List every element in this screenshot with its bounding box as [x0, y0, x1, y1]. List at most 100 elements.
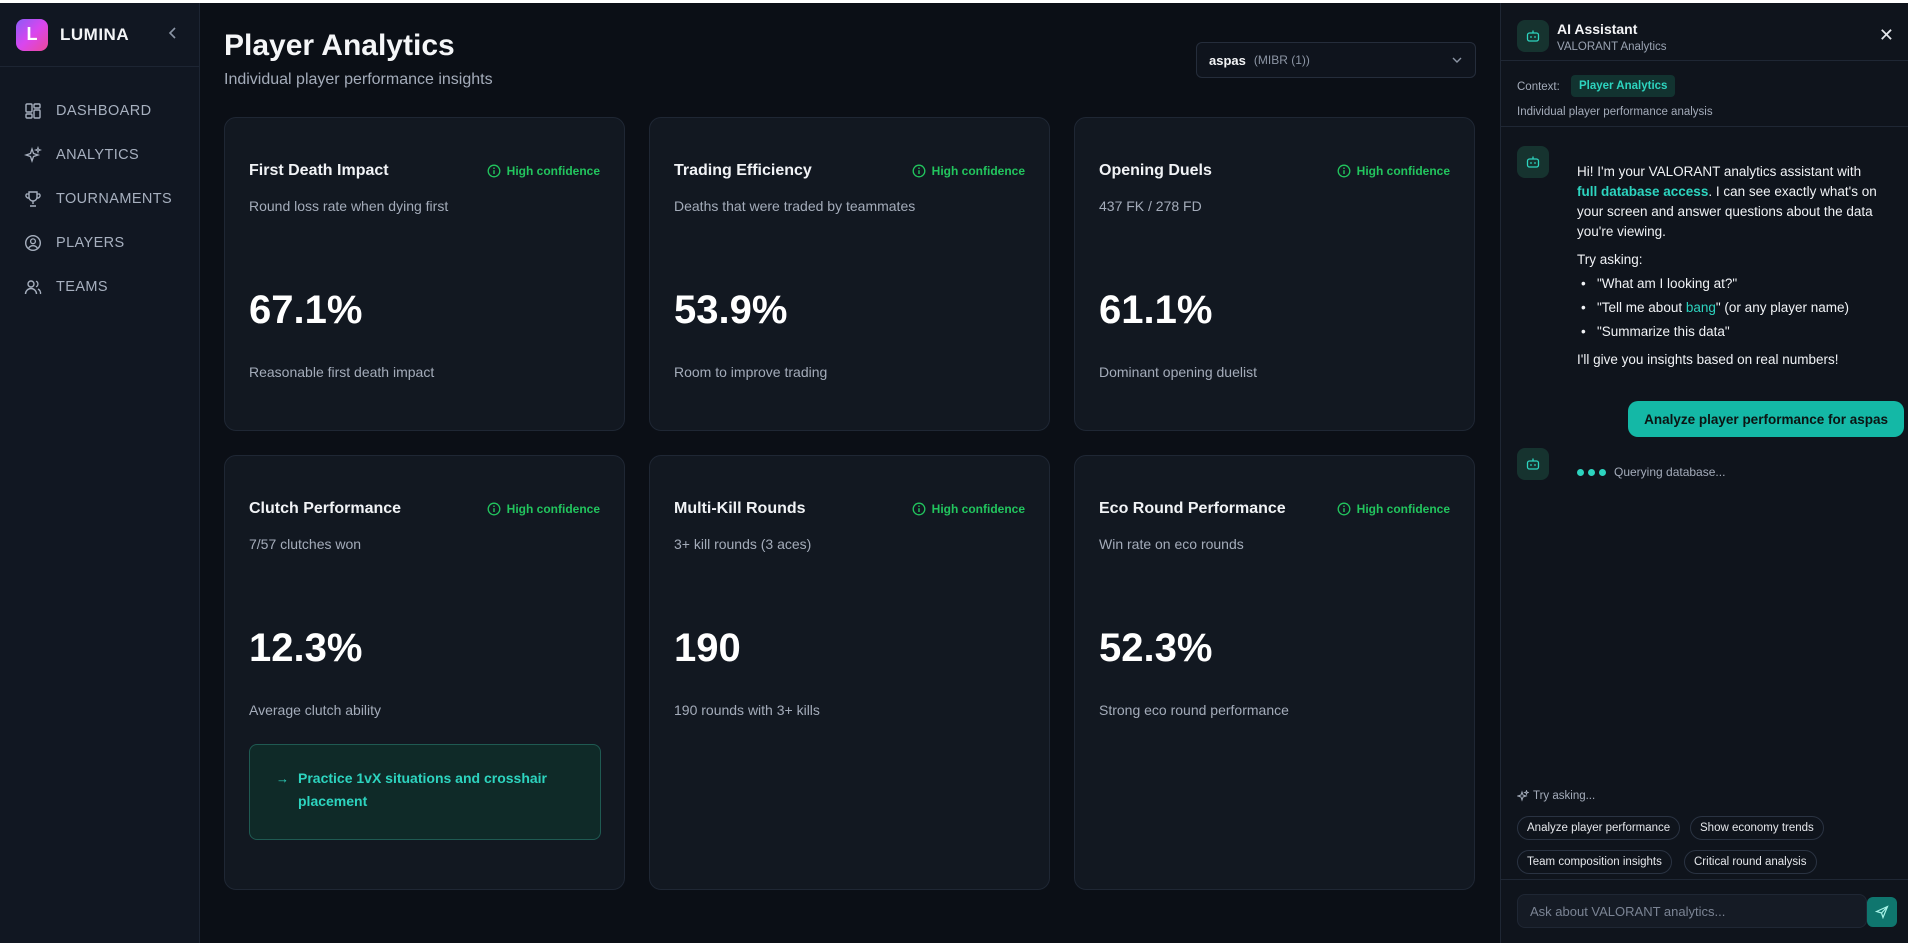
info-icon	[1337, 502, 1351, 516]
confidence-label: High confidence	[931, 164, 1025, 178]
greeting-part: Hi! I'm your VALORANT analytics assistan…	[1577, 164, 1862, 179]
suggestion-item: "What am I looking at?"	[1577, 272, 1877, 296]
metric-card-clutch-performance: Clutch Performance High confidence 7/57 …	[224, 455, 625, 890]
player-select-name: aspas	[1209, 52, 1246, 68]
brand-name: LUMINA	[60, 24, 130, 44]
typing-indicator: Querying database...	[1577, 465, 1725, 479]
suggestion-chip[interactable]: Critical round analysis	[1684, 850, 1817, 874]
sidebar-item-label: TEAMS	[56, 279, 108, 295]
typing-dot	[1599, 468, 1606, 476]
card-title: Trading Efficiency	[674, 162, 812, 179]
typing-dot	[1588, 468, 1595, 476]
info-icon	[912, 164, 926, 178]
typing-dot	[1577, 468, 1584, 476]
user-circle-icon	[24, 234, 42, 252]
brand: L LUMINA	[0, 3, 199, 67]
sidebar-item-teams[interactable]: TEAMS	[0, 265, 199, 309]
ai-header: AI Assistant VALORANT Analytics ✕	[1501, 3, 1908, 61]
sidebar: L LUMINA DASHBOARD ANALYTICS TOURNAMENTS…	[0, 3, 200, 943]
sidebar-item-players[interactable]: PLAYERS	[0, 221, 199, 265]
typing-text: Querying database...	[1614, 465, 1726, 479]
try-asking-heading: Try asking:	[1577, 252, 1643, 267]
confidence-badge: High confidence	[487, 164, 600, 178]
sidebar-item-dashboard[interactable]: DASHBOARD	[0, 89, 199, 133]
confidence-badge: High confidence	[1337, 164, 1450, 178]
metric-card-first-death-impact: First Death Impact High confidence Round…	[224, 117, 625, 431]
chat-input[interactable]	[1517, 894, 1867, 928]
suggestion-player-link[interactable]: bang	[1686, 300, 1716, 315]
try-asking-label: Try asking...	[1517, 790, 1595, 802]
suggestion-item: "Tell me about bang" (or any player name…	[1577, 296, 1877, 320]
sidebar-item-label: TOURNAMENTS	[56, 191, 173, 207]
confidence-label: High confidence	[506, 164, 600, 178]
info-icon	[487, 164, 501, 178]
player-select-team: (MIBR (1))	[1253, 53, 1310, 67]
suggestion-list: "What am I looking at?" "Tell me about b…	[1577, 272, 1877, 344]
send-button[interactable]	[1867, 897, 1897, 927]
ai-assistant-panel: AI Assistant VALORANT Analytics ✕ Contex…	[1500, 3, 1908, 943]
confidence-label: High confidence	[506, 502, 600, 516]
sidebar-item-analytics[interactable]: ANALYTICS	[0, 133, 199, 177]
assistant-message: Hi! I'm your VALORANT analytics assistan…	[1577, 162, 1877, 370]
sidebar-item-label: PLAYERS	[56, 235, 125, 251]
suggestion-item: "Summarize this data"	[1577, 320, 1877, 344]
confidence-badge: High confidence	[912, 164, 1025, 178]
card-description: 3+ kill rounds (3 aces)	[674, 536, 812, 552]
card-description: Round loss rate when dying first	[249, 198, 449, 214]
confidence-badge: High confidence	[1337, 502, 1450, 516]
card-title: First Death Impact	[249, 162, 389, 179]
close-icon[interactable]: ✕	[1879, 25, 1894, 46]
sparkles-icon	[1517, 790, 1529, 802]
confidence-badge: High confidence	[487, 502, 600, 516]
bot-avatar	[1517, 20, 1549, 52]
confidence-badge: High confidence	[912, 502, 1025, 516]
context-bar: Context: Player Analytics Individual pla…	[1501, 61, 1908, 127]
ai-title: AI Assistant	[1557, 21, 1638, 37]
card-note: Dominant opening duelist	[1099, 364, 1257, 380]
greeting-highlight: full database access	[1577, 184, 1709, 199]
suggestion-chip[interactable]: Team composition insights	[1517, 850, 1672, 874]
card-value: 190	[674, 626, 741, 670]
logo[interactable]: L	[16, 18, 48, 51]
card-title: Multi-Kill Rounds	[674, 500, 806, 517]
arrow-right-icon: →	[276, 771, 289, 786]
card-description: 7/57 clutches won	[249, 536, 362, 552]
context-label: Context:	[1517, 81, 1560, 93]
metric-card-trading-efficiency: Trading Efficiency High confidence Death…	[649, 117, 1050, 431]
chevron-down-icon	[1452, 57, 1462, 63]
card-value: 61.1%	[1099, 288, 1213, 332]
collapse-sidebar-button[interactable]	[163, 24, 183, 45]
confidence-label: High confidence	[1356, 502, 1450, 516]
suggestion-chip[interactable]: Show economy trends	[1690, 816, 1824, 840]
card-title: Clutch Performance	[249, 500, 402, 517]
card-description: Win rate on eco rounds	[1099, 536, 1244, 552]
sparkles-icon	[24, 146, 42, 164]
improvement-tip: → Practice 1vX situations and crosshair …	[249, 744, 601, 840]
card-value: 52.3%	[1099, 626, 1213, 670]
page-title: Player Analytics	[224, 29, 455, 62]
card-note: Room to improve trading	[674, 364, 828, 380]
try-label-text: Try asking...	[1533, 790, 1596, 802]
main-content: Player Analytics Individual player perfo…	[200, 3, 1500, 943]
sidebar-item-label: ANALYTICS	[56, 147, 140, 163]
bot-avatar	[1517, 146, 1549, 178]
suggestion-part: " (or any player name)	[1715, 300, 1849, 315]
info-icon	[1337, 164, 1351, 178]
card-note: Strong eco round performance	[1099, 702, 1289, 718]
player-select[interactable]: aspas (MIBR (1))	[1196, 42, 1476, 78]
page-subtitle: Individual player performance insights	[224, 71, 493, 88]
card-value: 67.1%	[249, 288, 363, 332]
suggestion-chip[interactable]: Analyze player performance	[1517, 816, 1681, 840]
sidebar-item-tournaments[interactable]: TOURNAMENTS	[0, 177, 199, 221]
context-description: Individual player performance analysis	[1517, 106, 1713, 118]
card-note: Reasonable first death impact	[249, 364, 435, 380]
card-description: Deaths that were traded by teammates	[674, 198, 916, 214]
tip-text: Practice 1vX situations and crosshair pl…	[298, 770, 547, 809]
card-title: Opening Duels	[1099, 162, 1212, 179]
card-description: 437 FK / 278 FD	[1099, 198, 1202, 214]
greeting-text: Hi! I'm your VALORANT analytics assistan…	[1577, 162, 1877, 242]
ai-subtitle: VALORANT Analytics	[1557, 41, 1667, 53]
send-icon	[1875, 905, 1889, 919]
card-value: 53.9%	[674, 288, 788, 332]
card-value: 12.3%	[249, 626, 363, 670]
